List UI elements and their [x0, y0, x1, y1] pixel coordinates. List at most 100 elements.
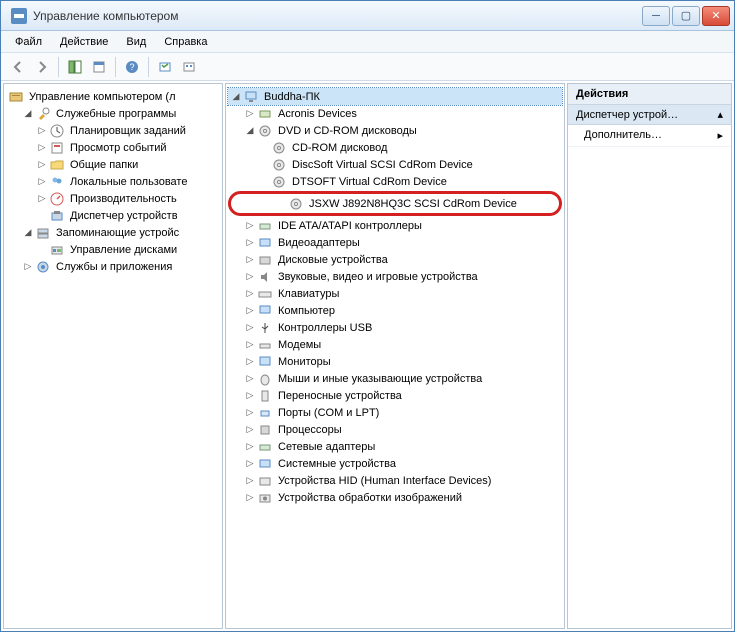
tree-performance[interactable]: ▷Производительность [6, 190, 220, 207]
tree-root[interactable]: Управление компьютером (л [6, 88, 220, 105]
show-hide-tree-button[interactable] [64, 56, 86, 78]
left-pane[interactable]: Управление компьютером (л ◢Служебные про… [3, 83, 223, 629]
tree-computer[interactable]: ▷Компьютер [228, 302, 562, 319]
tree-local-users[interactable]: ▷Локальные пользовате [6, 173, 220, 190]
tree-disk-mgmt[interactable]: Управление дисками [6, 241, 220, 258]
expand-icon[interactable]: ▷ [244, 475, 256, 487]
portable-icon [257, 388, 273, 404]
expand-icon[interactable]: ▷ [244, 390, 256, 402]
help-button[interactable]: ? [121, 56, 143, 78]
usb-icon [257, 320, 273, 336]
tree-imaging[interactable]: ▷Переносные устройства [228, 387, 562, 404]
tree-sound[interactable]: ▷Звуковые, видео и игровые устройства [228, 268, 562, 285]
window-title: Управление компьютером [33, 9, 642, 23]
close-button[interactable]: ✕ [702, 6, 730, 26]
computer-mgmt-icon [8, 89, 24, 105]
expand-icon[interactable]: ▷ [36, 176, 48, 188]
tree-acronis[interactable]: ▷Acronis Devices [228, 105, 562, 122]
tree-computer-root[interactable]: ◢Buddha-ПК [228, 88, 562, 105]
tree-dvd-cd[interactable]: ◢DVD и CD-ROM дисководы [228, 122, 562, 139]
expand-icon[interactable]: ▷ [244, 373, 256, 385]
expand-icon[interactable]: ▷ [22, 261, 34, 273]
tree-storage[interactable]: ◢Запоминающие устройс [6, 224, 220, 241]
tree-cdrom[interactable]: CD-ROM дисковод [228, 139, 562, 156]
collapse-icon[interactable]: ◢ [22, 108, 34, 120]
system-icon [257, 456, 273, 472]
chevron-up-icon: ▴ [717, 108, 723, 121]
event-icon [49, 140, 65, 156]
expand-icon[interactable]: ▷ [244, 254, 256, 266]
expand-icon[interactable]: ▷ [36, 193, 48, 205]
collapse-icon[interactable]: ◢ [244, 125, 256, 137]
expand-icon[interactable]: ▷ [244, 108, 256, 120]
expand-icon[interactable]: ▷ [36, 159, 48, 171]
keyboard-icon [257, 286, 273, 302]
tree-ide[interactable]: ▷IDE ATA/ATAPI контроллеры [228, 217, 562, 234]
clock-icon [49, 123, 65, 139]
folder-icon [49, 157, 65, 173]
tree-video[interactable]: ▷Видеоадаптеры [228, 234, 562, 251]
tree-jsxw[interactable]: JSXW J892N8HQ3C SCSI CdRom Device [237, 195, 553, 212]
tree-device-manager[interactable]: Диспетчер устройств [6, 207, 220, 224]
actions-more[interactable]: Дополнитель… ▸ [568, 125, 731, 147]
expand-icon[interactable]: ▷ [244, 458, 256, 470]
menu-file[interactable]: Файл [7, 34, 50, 50]
expand-icon[interactable]: ▷ [244, 492, 256, 504]
toolbar: ? [1, 53, 734, 81]
expand-icon[interactable]: ▷ [244, 424, 256, 436]
tree-dtsoft[interactable]: DTSOFT Virtual CdRom Device [228, 173, 562, 190]
expand-icon[interactable]: ▷ [244, 441, 256, 453]
display-icon [257, 235, 273, 251]
tree-task-scheduler[interactable]: ▷Планировщик заданий [6, 122, 220, 139]
expand-icon[interactable]: ▷ [244, 356, 256, 368]
tree-system[interactable]: ▷Системные устройства [228, 455, 562, 472]
tree-event-viewer[interactable]: ▷Просмотр событий [6, 139, 220, 156]
minimize-button[interactable]: ─ [642, 6, 670, 26]
scan-button[interactable] [154, 56, 176, 78]
tree-disk[interactable]: ▷Дисковые устройства [228, 251, 562, 268]
collapse-icon[interactable]: ◢ [22, 227, 34, 239]
menu-action[interactable]: Действие [52, 34, 116, 50]
collapse-icon[interactable]: ◢ [230, 91, 242, 103]
properties-button[interactable] [88, 56, 110, 78]
tree-cpu[interactable]: ▷Процессоры [228, 421, 562, 438]
maximize-button[interactable]: ▢ [672, 6, 700, 26]
tree-system-tools[interactable]: ◢Служебные программы [6, 105, 220, 122]
tree-keyboard[interactable]: ▷Клавиатуры [228, 285, 562, 302]
expand-icon[interactable]: ▷ [36, 142, 48, 154]
expand-icon[interactable]: ▷ [244, 271, 256, 283]
actions-subheader[interactable]: Диспетчер устрой… ▴ [568, 105, 731, 125]
tree-mouse[interactable]: ▷Мыши и иные указывающие устройства [228, 370, 562, 387]
view-button[interactable] [178, 56, 200, 78]
tree-network[interactable]: ▷Сетевые адаптеры [228, 438, 562, 455]
expand-icon[interactable]: ▷ [36, 125, 48, 137]
tree-monitor[interactable]: ▷Мониторы [228, 353, 562, 370]
forward-button[interactable] [31, 56, 53, 78]
expand-icon[interactable]: ▷ [244, 305, 256, 317]
back-button[interactable] [7, 56, 29, 78]
tools-icon [35, 106, 51, 122]
tree-shared-folders[interactable]: ▷Общие папки [6, 156, 220, 173]
expand-icon[interactable]: ▷ [244, 237, 256, 249]
tree-imaging2[interactable]: ▷Устройства обработки изображений [228, 489, 562, 506]
disk-mgmt-icon [49, 242, 65, 258]
expand-icon[interactable]: ▷ [244, 220, 256, 232]
menu-help[interactable]: Справка [156, 34, 215, 50]
tree-modem[interactable]: ▷Модемы [228, 336, 562, 353]
mid-pane[interactable]: ◢Buddha-ПК ▷Acronis Devices ◢DVD и CD-RO… [225, 83, 565, 629]
port-icon [257, 405, 273, 421]
expand-icon[interactable]: ▷ [244, 339, 256, 351]
tree-usb[interactable]: ▷Контроллеры USB [228, 319, 562, 336]
tree-services-apps[interactable]: ▷Службы и приложения [6, 258, 220, 275]
actions-more-label: Дополнитель… [584, 129, 662, 142]
tree-discsoft[interactable]: DiscSoft Virtual SCSI CdRom Device [228, 156, 562, 173]
disk-icon [257, 252, 273, 268]
menu-view[interactable]: Вид [118, 34, 154, 50]
tree-hid[interactable]: ▷Устройства HID (Human Interface Devices… [228, 472, 562, 489]
tree-ports[interactable]: ▷Порты (COM и LPT) [228, 404, 562, 421]
content-area: Управление компьютером (л ◢Служебные про… [1, 81, 734, 631]
window-buttons: ─ ▢ ✕ [642, 6, 730, 26]
expand-icon[interactable]: ▷ [244, 322, 256, 334]
expand-icon[interactable]: ▷ [244, 288, 256, 300]
expand-icon[interactable]: ▷ [244, 407, 256, 419]
